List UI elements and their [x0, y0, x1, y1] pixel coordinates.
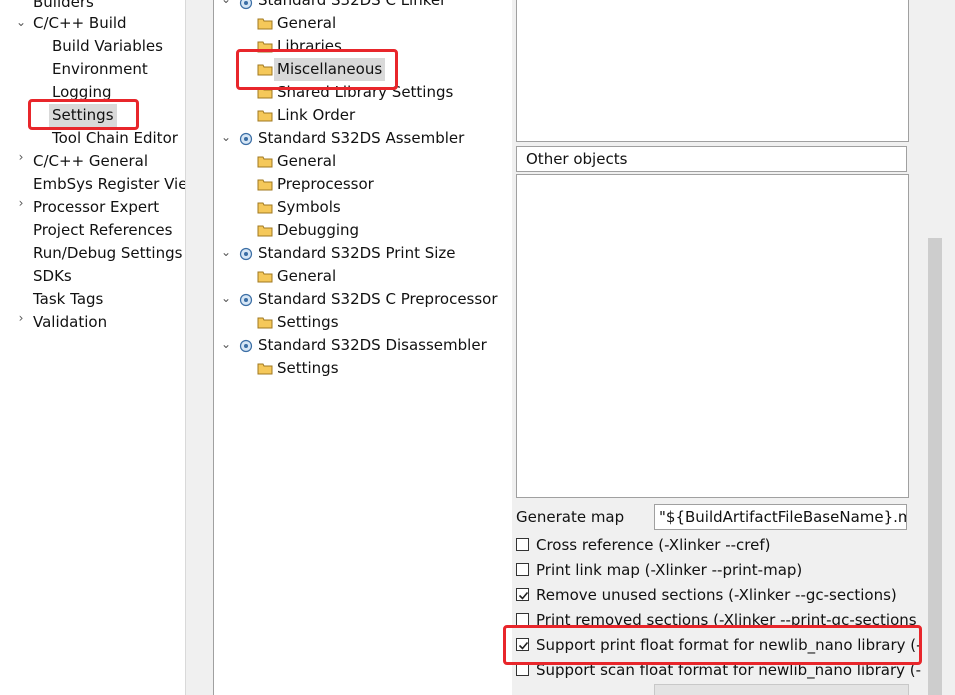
folder-icon	[257, 18, 273, 30]
nav-label: Processor Expert	[33, 198, 160, 216]
nav-label: EmbSys Register Vie	[33, 175, 185, 193]
options-scrollbar-thumb[interactable]	[928, 238, 942, 695]
chevron-down-icon[interactable]: ⌄	[220, 0, 232, 6]
generate-map-input[interactable]: "${BuildArtifactFileBaseName}.map	[654, 504, 907, 530]
chevron-down-icon[interactable]: ⌄	[220, 337, 232, 351]
tool-gear-icon	[239, 247, 253, 261]
bottom-input-field[interactable]	[654, 684, 909, 695]
folder-icon	[257, 202, 273, 214]
folder-icon	[257, 271, 273, 283]
chevron-right-icon[interactable]: ›	[15, 311, 27, 325]
tree-item-print-size-general[interactable]: General	[277, 265, 336, 288]
nav-scrollbar[interactable]	[185, 0, 201, 695]
tool-gear-icon	[239, 293, 253, 307]
chevron-right-icon[interactable]: ›	[15, 196, 27, 210]
nav-item-task-tags[interactable]: Task Tags	[33, 288, 103, 311]
nav-item-sdks[interactable]: SDKs	[33, 265, 72, 288]
folder-icon	[257, 110, 273, 122]
chevron-down-icon[interactable]: ⌄	[220, 130, 232, 144]
nav-label: Builders	[33, 0, 94, 11]
tree-label: Standard S32DS Assembler	[258, 129, 465, 147]
tree-label: Settings	[277, 313, 339, 331]
option-label: Print link map (-Xlinker --print-map)	[536, 561, 803, 579]
tree-label: Preprocessor	[277, 175, 374, 193]
generate-map-label: Generate map	[516, 508, 625, 526]
nav-label: C/C++ General	[33, 152, 149, 170]
tree-item-debugging[interactable]: Debugging	[277, 219, 359, 242]
tree-item-c-preprocessor-settings[interactable]: Settings	[277, 311, 339, 334]
nav-item-validation[interactable]: Validation	[33, 311, 107, 334]
folder-icon	[257, 156, 273, 168]
nav-item-cpp-build[interactable]: C/C++ Build	[33, 12, 127, 35]
nav-item-cpp-general[interactable]: C/C++ General	[33, 150, 148, 173]
nav-label: Environment	[52, 60, 148, 78]
folder-icon	[257, 225, 273, 237]
nav-item-environment[interactable]: Environment	[52, 58, 148, 81]
nav-label: Project References	[33, 221, 173, 239]
tree-item-disassembler-settings[interactable]: Settings	[277, 357, 339, 380]
tree-label: Standard S32DS Disassembler	[258, 336, 487, 354]
tool-settings-tree: ⌄ Standard S32DS C Linker General Librar…	[213, 0, 514, 695]
other-objects-list[interactable]	[516, 174, 909, 498]
folder-icon	[257, 363, 273, 375]
tree-label: Standard S32DS C Linker	[258, 0, 447, 9]
tool-gear-icon	[239, 0, 253, 10]
tree-label: Settings	[277, 359, 339, 377]
tree-item-disassembler[interactable]: Standard S32DS Disassembler	[258, 334, 487, 357]
other-objects-header: Other objects	[516, 146, 907, 172]
tree-item-c-linker[interactable]: Standard S32DS C Linker	[258, 0, 446, 12]
tree-item-preprocessor[interactable]: Preprocessor	[277, 173, 374, 196]
tool-gear-icon	[239, 132, 253, 146]
tree-item-c-preprocessor[interactable]: Standard S32DS C Preprocessor	[258, 288, 498, 311]
other-objects-label: Other objects	[526, 150, 628, 168]
nav-label: SDKs	[33, 267, 72, 285]
tree-item-linker-general[interactable]: General	[277, 12, 336, 35]
tree-label: Standard S32DS C Preprocessor	[258, 290, 498, 308]
option-label: Cross reference (-Xlinker --cref)	[536, 536, 771, 554]
generate-map-value: "${BuildArtifactFileBaseName}.map	[659, 508, 907, 526]
nav-label: Tool Chain Editor	[52, 129, 178, 147]
print-float-highlight	[503, 625, 922, 665]
tree-label: Link Order	[277, 106, 356, 124]
nav-item-tool-chain-editor[interactable]: Tool Chain Editor	[52, 127, 178, 150]
checkmark-icon	[518, 591, 529, 600]
tree-item-link-order[interactable]: Link Order	[277, 104, 355, 127]
tree-item-assembler[interactable]: Standard S32DS Assembler	[258, 127, 464, 150]
tree-item-symbols[interactable]: Symbols	[277, 196, 341, 219]
nav-label: Task Tags	[33, 290, 104, 308]
nav-item-run-debug-settings[interactable]: Run/Debug Settings	[33, 242, 182, 265]
chevron-down-icon[interactable]: ⌄	[15, 15, 27, 29]
nav-item-project-references[interactable]: Project References	[33, 219, 172, 242]
tree-item-print-size[interactable]: Standard S32DS Print Size	[258, 242, 456, 265]
nav-item-processor-expert[interactable]: Processor Expert	[33, 196, 159, 219]
nav-item-embsys-register-view[interactable]: EmbSys Register Vie	[33, 173, 185, 196]
chevron-right-icon[interactable]: ›	[15, 150, 27, 164]
tree-label: General	[277, 267, 337, 285]
remove-unused-sections-checkbox[interactable]	[516, 588, 529, 601]
tree-label: Debugging	[277, 221, 360, 239]
nav-label: C/C++ Build	[33, 14, 127, 32]
chevron-down-icon[interactable]: ⌄	[220, 291, 232, 305]
nav-label: Run/Debug Settings	[33, 244, 183, 262]
nav-label: Build Variables	[52, 37, 163, 55]
tree-label: General	[277, 152, 337, 170]
cross-reference-checkbox[interactable]	[516, 538, 529, 551]
linker-flags-list[interactable]	[516, 0, 909, 142]
option-label: Remove unused sections (-Xlinker --gc-se…	[536, 586, 897, 604]
chevron-down-icon[interactable]: ⌄	[220, 245, 232, 259]
nav-item-build-variables[interactable]: Build Variables	[52, 35, 163, 58]
settings-highlight	[28, 99, 139, 130]
tree-label: Symbols	[277, 198, 341, 216]
nav-label: Validation	[33, 313, 108, 331]
tree-label: Standard S32DS Print Size	[258, 244, 456, 262]
tool-gear-icon	[239, 339, 253, 353]
folder-icon	[257, 317, 273, 329]
print-link-map-checkbox[interactable]	[516, 563, 529, 576]
miscellaneous-highlight	[236, 49, 398, 90]
folder-icon	[257, 179, 273, 191]
tree-item-assembler-general[interactable]: General	[277, 150, 336, 173]
tree-label: General	[277, 14, 337, 32]
miscellaneous-options-panel: Other objects Generate map "${BuildArtif…	[512, 0, 955, 695]
